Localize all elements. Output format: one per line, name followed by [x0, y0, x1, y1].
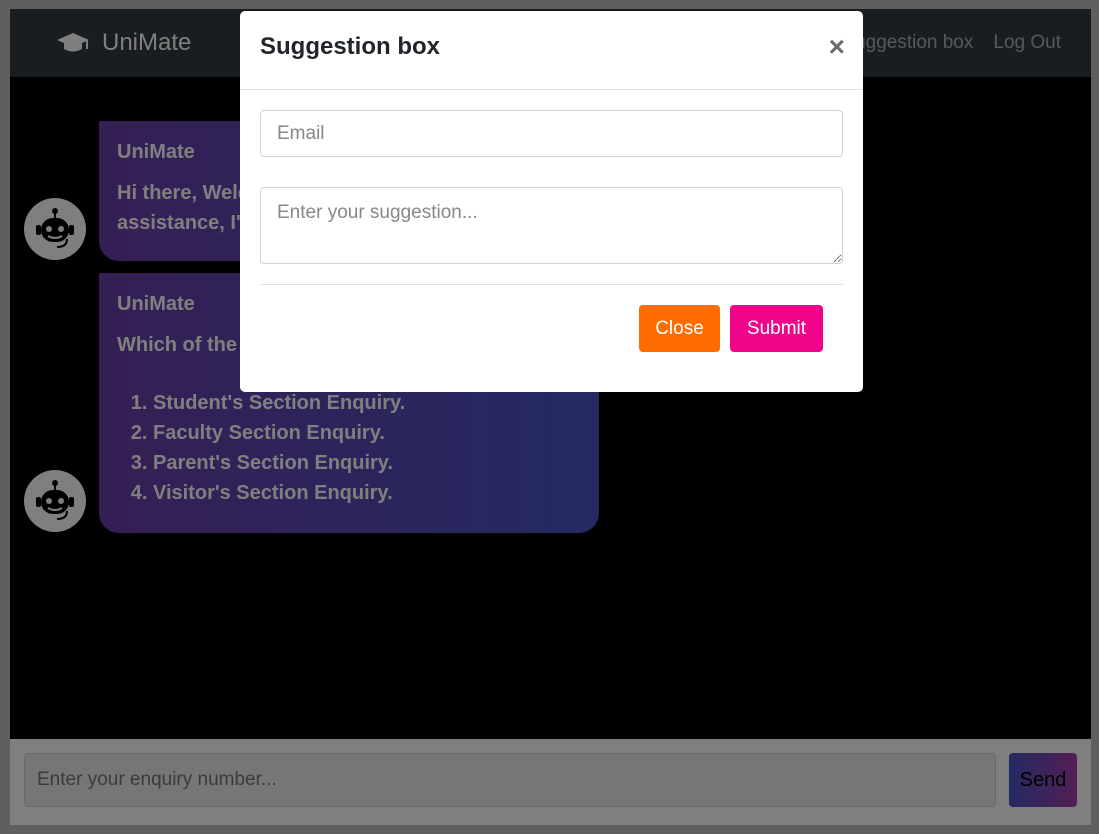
modal-divider	[260, 284, 843, 285]
suggestion-modal: Suggestion box × Close Submit	[240, 11, 863, 392]
modal-title: Suggestion box	[260, 33, 440, 60]
email-field[interactable]	[260, 110, 843, 157]
close-button[interactable]: Close	[639, 305, 720, 352]
suggestion-field[interactable]	[260, 187, 843, 264]
modal-header: Suggestion box ×	[240, 11, 863, 90]
submit-button[interactable]: Submit	[730, 305, 823, 352]
close-icon[interactable]: ×	[829, 33, 845, 61]
